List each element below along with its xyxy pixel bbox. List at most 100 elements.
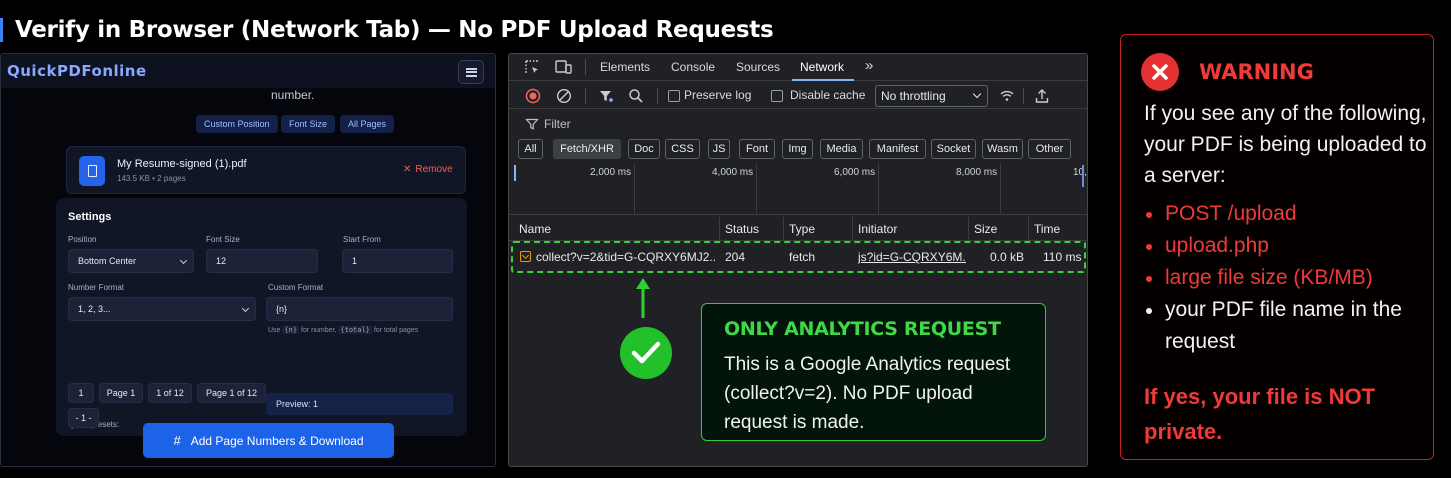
primary-button-label: Add Page Numbers & Download <box>190 433 364 448</box>
type-filter-font[interactable]: Font <box>739 139 775 159</box>
filter-input[interactable]: Filter <box>544 117 571 131</box>
pdf-file-icon <box>79 156 105 186</box>
column-type[interactable]: Type <box>789 222 815 236</box>
position-select[interactable]: Bottom Center <box>68 249 194 273</box>
preset-button[interactable]: Page 1 of 12 <box>197 383 266 403</box>
position-value: Bottom Center <box>78 256 137 266</box>
timeline-gridline <box>878 163 879 215</box>
type-filter-manifest[interactable]: Manifest <box>869 139 926 159</box>
list-item: POST /upload <box>1144 198 1434 230</box>
number-format-select[interactable]: 1, 2, 3... <box>68 297 256 321</box>
number-format-value: 1, 2, 3... <box>78 304 111 314</box>
toolbar-separator <box>657 88 658 104</box>
device-toolbar-icon[interactable] <box>554 58 572 76</box>
chip-custom-position: Custom Position <box>196 115 278 133</box>
warning-intro: If you see any of the following, your PD… <box>1144 102 1427 187</box>
network-toolbar: Preserve log Disable cache No throttling <box>509 82 1087 109</box>
inspect-element-icon[interactable] <box>523 58 541 76</box>
request-table-header: Name Status Type Initiator Size Time <box>509 217 1087 241</box>
arrow-up-icon <box>636 278 650 318</box>
add-page-numbers-download-button[interactable]: # Add Page Numbers & Download <box>143 423 394 458</box>
type-filter-img[interactable]: Img <box>782 139 813 159</box>
tab-console[interactable]: Console <box>671 60 715 74</box>
annotation-box: ONLY ANALYTICS REQUEST This is a Google … <box>701 303 1046 441</box>
column-divider <box>968 217 969 241</box>
filter-icon[interactable] <box>597 87 615 105</box>
preserve-log-label: Preserve log <box>684 88 752 102</box>
chip-font-size: Font Size <box>281 115 336 133</box>
close-icon: ✕ <box>403 164 412 175</box>
hint-mid: for number, <box>301 327 337 334</box>
type-filter-all[interactable]: All <box>518 139 543 159</box>
font-size-label: Font Size <box>206 235 240 244</box>
type-filter-js[interactable]: JS <box>708 139 730 159</box>
timeline-marker <box>1082 165 1084 187</box>
number-format-label: Number Format <box>68 283 125 292</box>
column-divider <box>783 217 784 241</box>
preset-button[interactable]: Page 1 <box>99 383 143 403</box>
checkmark-icon <box>620 327 672 379</box>
type-filter-wasm[interactable]: Wasm <box>982 139 1023 159</box>
list-item: your PDF file name in the request <box>1144 294 1434 358</box>
format-preview: Preview: 1 <box>266 393 453 415</box>
timeline-gridline <box>1000 163 1001 215</box>
column-status[interactable]: Status <box>725 222 759 236</box>
hash-icon: # <box>173 433 181 448</box>
type-filter-fetch-xhr[interactable]: Fetch/XHR <box>553 139 621 159</box>
tab-network[interactable]: Network <box>800 60 844 74</box>
column-size[interactable]: Size <box>974 222 997 236</box>
throttling-select[interactable]: No throttling <box>875 85 988 107</box>
start-from-input[interactable]: 1 <box>342 249 453 273</box>
remove-file-button[interactable]: ✕ Remove <box>403 164 453 175</box>
custom-format-hint: Use {n} for number, {total} for total pa… <box>268 326 418 334</box>
title-accent-bar <box>0 18 3 42</box>
tab-elements[interactable]: Elements <box>600 60 650 74</box>
record-icon[interactable] <box>524 87 542 105</box>
column-divider <box>852 217 853 241</box>
feature-text-fragment: number. <box>271 88 315 102</box>
start-from-label: Start From <box>343 235 381 244</box>
file-name: My Resume-signed (1).pdf <box>117 158 247 170</box>
column-name[interactable]: Name <box>519 222 551 236</box>
search-icon[interactable] <box>627 87 645 105</box>
preset-button[interactable]: - 1 - <box>68 408 99 428</box>
type-filter-doc[interactable]: Doc <box>628 139 660 159</box>
disable-cache-label: Disable cache <box>790 88 866 102</box>
type-filter-css[interactable]: CSS <box>665 139 700 159</box>
hamburger-icon <box>465 67 477 77</box>
clear-icon[interactable] <box>555 87 573 105</box>
column-initiator[interactable]: Initiator <box>858 222 897 236</box>
tab-sources[interactable]: Sources <box>736 60 780 74</box>
hamburger-menu-button[interactable] <box>458 60 484 84</box>
custom-format-input[interactable]: {n} <box>266 297 453 321</box>
column-time[interactable]: Time <box>1034 222 1060 236</box>
disable-cache-checkbox[interactable] <box>771 90 783 102</box>
timeline-label: 4,000 ms <box>712 167 754 178</box>
app-logo[interactable]: QuickPDFonline <box>7 62 147 80</box>
type-filter-media[interactable]: Media <box>820 139 863 159</box>
type-filter-socket[interactable]: Socket <box>931 139 976 159</box>
active-tab-indicator <box>792 79 854 81</box>
file-meta: 143.5 KB • 2 pages <box>117 174 186 183</box>
list-item: large file size (KB/MB) <box>1144 262 1434 294</box>
import-har-icon[interactable] <box>1033 87 1051 105</box>
custom-format-label: Custom Format <box>268 283 324 292</box>
more-tabs-icon[interactable]: » <box>865 57 873 74</box>
column-divider <box>1028 217 1029 241</box>
annotation-body: This is a Google Analytics request (coll… <box>724 354 1011 433</box>
filter-row: Filter <box>509 110 1087 137</box>
chevron-down-icon <box>972 89 982 99</box>
toolbar-separator <box>1023 88 1024 104</box>
timeline-marker <box>514 165 516 181</box>
network-conditions-icon[interactable] <box>998 87 1016 105</box>
preset-button[interactable]: 1 of 12 <box>148 383 192 403</box>
type-filter-other[interactable]: Other <box>1028 139 1071 159</box>
font-size-input[interactable]: 12 <box>206 249 318 273</box>
chevron-down-icon <box>241 304 250 313</box>
list-item: upload.php <box>1144 230 1434 262</box>
timeline-label: 8,000 ms <box>956 167 998 178</box>
page-title-text: Verify in Browser (Network Tab) — No PDF… <box>15 17 774 43</box>
preset-button[interactable]: 1 <box>68 383 94 403</box>
network-timeline: 2,000 ms 4,000 ms 6,000 ms 8,000 ms 10,0 <box>509 163 1087 215</box>
preserve-log-checkbox[interactable] <box>668 90 680 102</box>
